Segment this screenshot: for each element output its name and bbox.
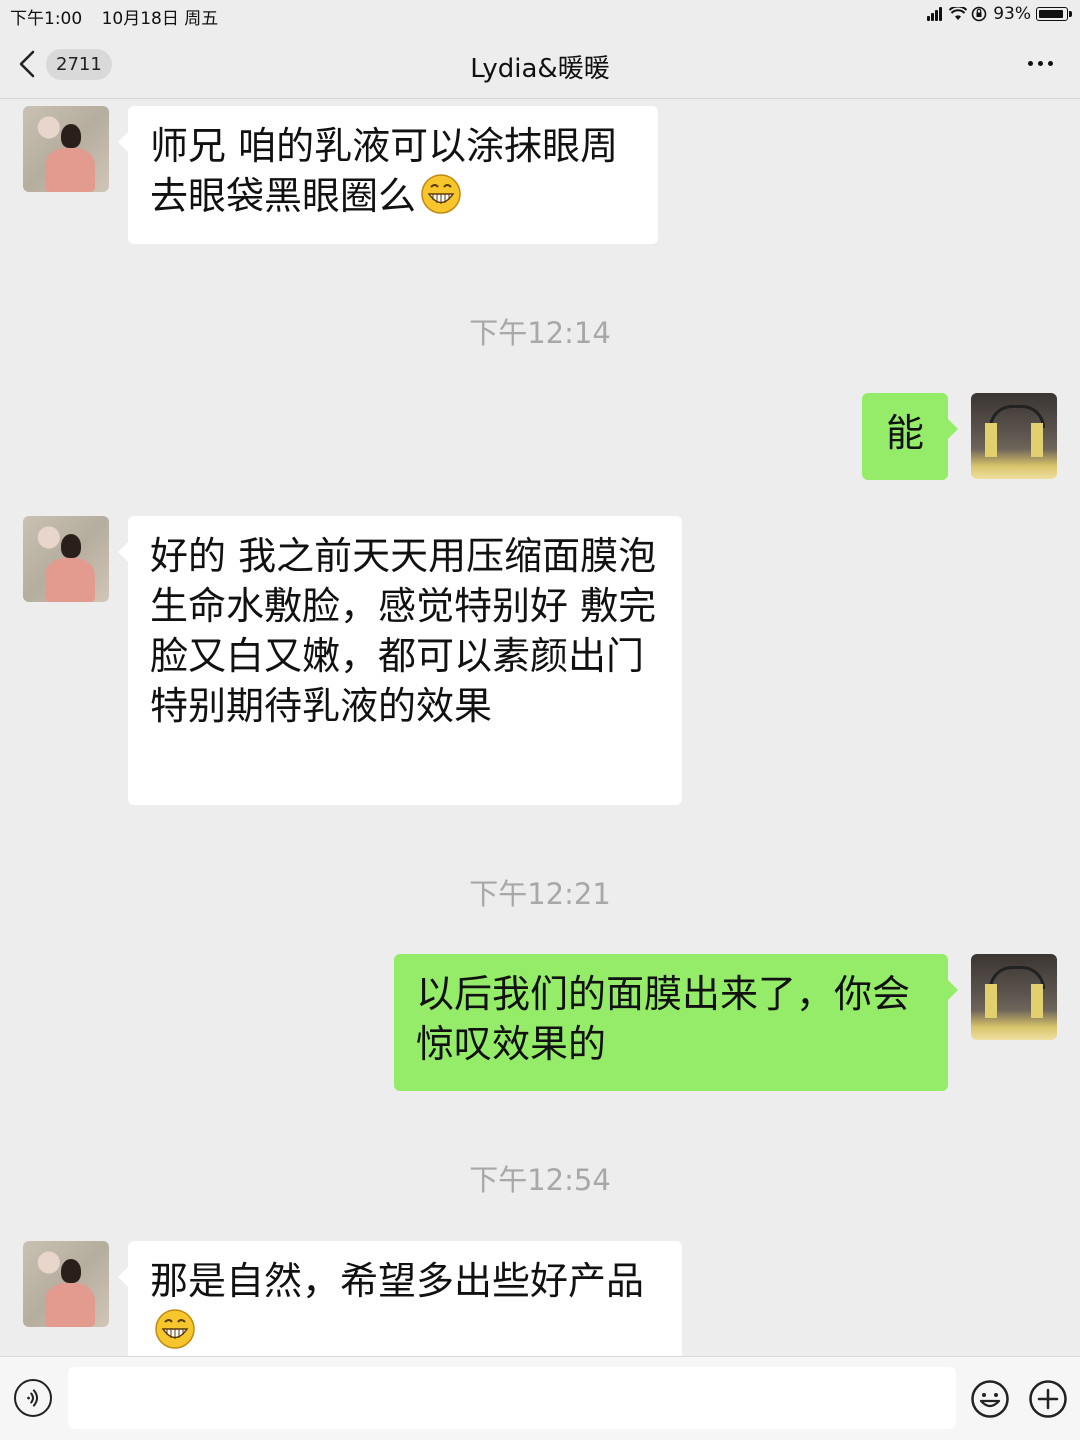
emoji-button[interactable] xyxy=(970,1379,1010,1419)
chat-title: Lydia&暖暖 xyxy=(470,54,610,84)
message-input[interactable] xyxy=(68,1367,956,1429)
wifi-icon xyxy=(949,7,968,20)
contact-avatar[interactable] xyxy=(23,516,109,602)
contact-avatar[interactable] xyxy=(23,1241,109,1327)
message-bubble-incoming[interactable]: 好的 我之前天天用压缩面膜泡生命水敷脸，感觉特别好 敷完脸又白又嫩，都可以素颜出… xyxy=(118,516,682,805)
message-bubble-incoming[interactable]: 师兄 咱的乳液可以涂抹眼周 去眼袋黑眼圈么 xyxy=(118,106,658,244)
timestamp: 下午12:54 xyxy=(469,1163,611,1197)
message-text: 以后我们的面膜出来了，你会惊叹效果的 xyxy=(416,972,911,1066)
timestamp: 下午12:14 xyxy=(469,316,611,350)
my-avatar[interactable] xyxy=(971,954,1057,1040)
contact-avatar[interactable] xyxy=(23,106,109,192)
nav-bar: 2711 Lydia&暖暖 xyxy=(0,30,1080,99)
status-left: 下午1:00 10月18日 周五 xyxy=(10,4,232,29)
message-text: 那是自然，希望多出些好产品 xyxy=(150,1259,645,1303)
message-bubble-outgoing[interactable]: 能 xyxy=(862,393,958,480)
battery-fill xyxy=(1038,9,1063,18)
status-right: 93% xyxy=(927,4,1072,24)
status-bar: 下午1:00 10月18日 周五 93% xyxy=(0,0,1080,30)
battery-icon xyxy=(1036,7,1072,21)
status-date: 10月18日 周五 xyxy=(101,9,219,29)
my-avatar[interactable] xyxy=(971,393,1057,479)
message-text: 能 xyxy=(885,411,924,455)
more-functions-plus-button[interactable] xyxy=(1028,1379,1068,1419)
voice-input-button[interactable] xyxy=(14,1379,52,1417)
input-bar xyxy=(0,1356,1080,1440)
rotation-lock-icon xyxy=(971,6,987,22)
battery-percent: 93% xyxy=(993,4,1031,24)
grin-emoji-icon xyxy=(155,1309,195,1349)
cellular-signal-icon xyxy=(927,7,943,21)
message-text: 好的 我之前天天用压缩面膜泡生命水敷脸，感觉特别好 敷完脸又白又嫩，都可以素颜出… xyxy=(150,534,657,728)
chat-screen: 下午1:00 10月18日 周五 93% 2711 Lydia&暖暖 师兄 咱的… xyxy=(0,0,1080,1440)
timestamp: 下午12:21 xyxy=(469,877,611,911)
message-text: 师兄 咱的乳液可以涂抹眼周 去眼袋黑眼圈么 xyxy=(150,124,619,218)
message-bubble-outgoing[interactable]: 以后我们的面膜出来了，你会惊叹效果的 xyxy=(394,954,958,1091)
more-options-button[interactable] xyxy=(1026,58,1056,68)
grin-emoji-icon xyxy=(421,174,461,214)
status-time: 下午1:00 xyxy=(10,9,83,29)
